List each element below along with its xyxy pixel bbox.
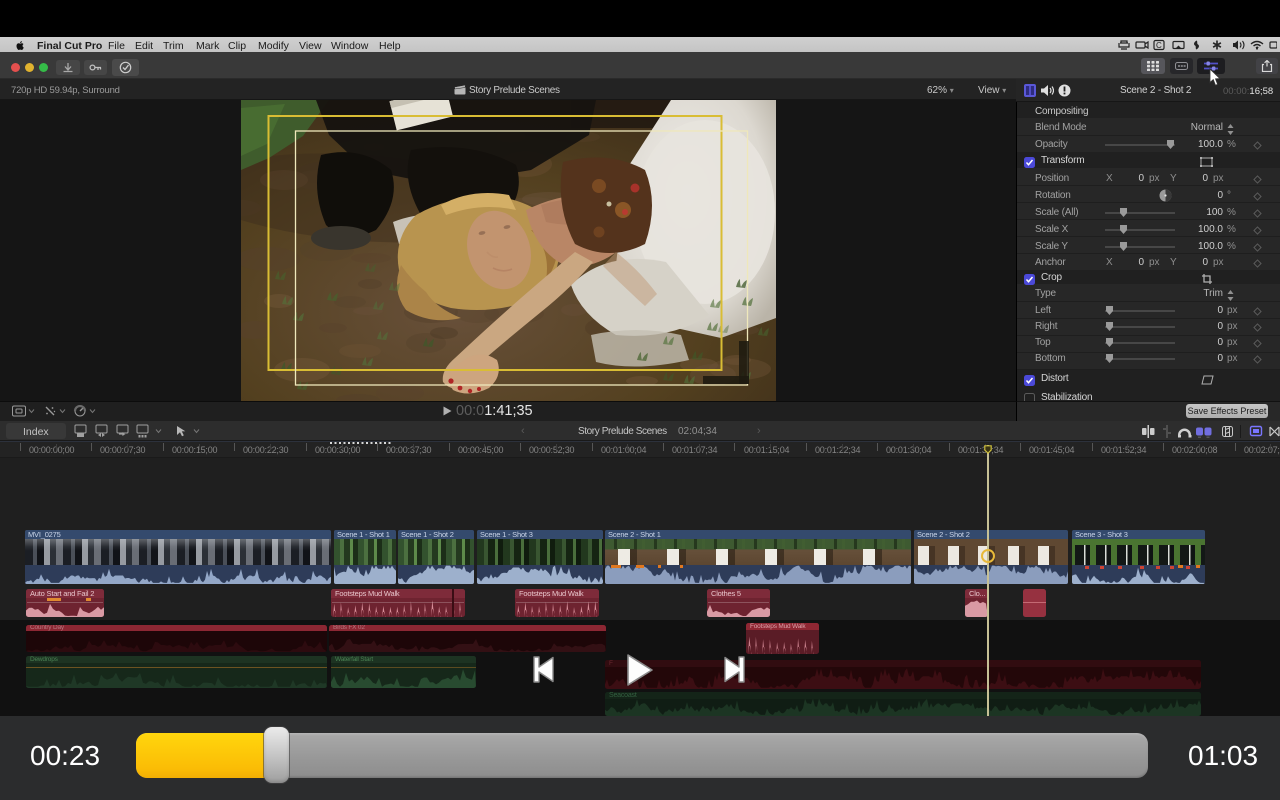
svg-text:C: C bbox=[1156, 41, 1162, 50]
